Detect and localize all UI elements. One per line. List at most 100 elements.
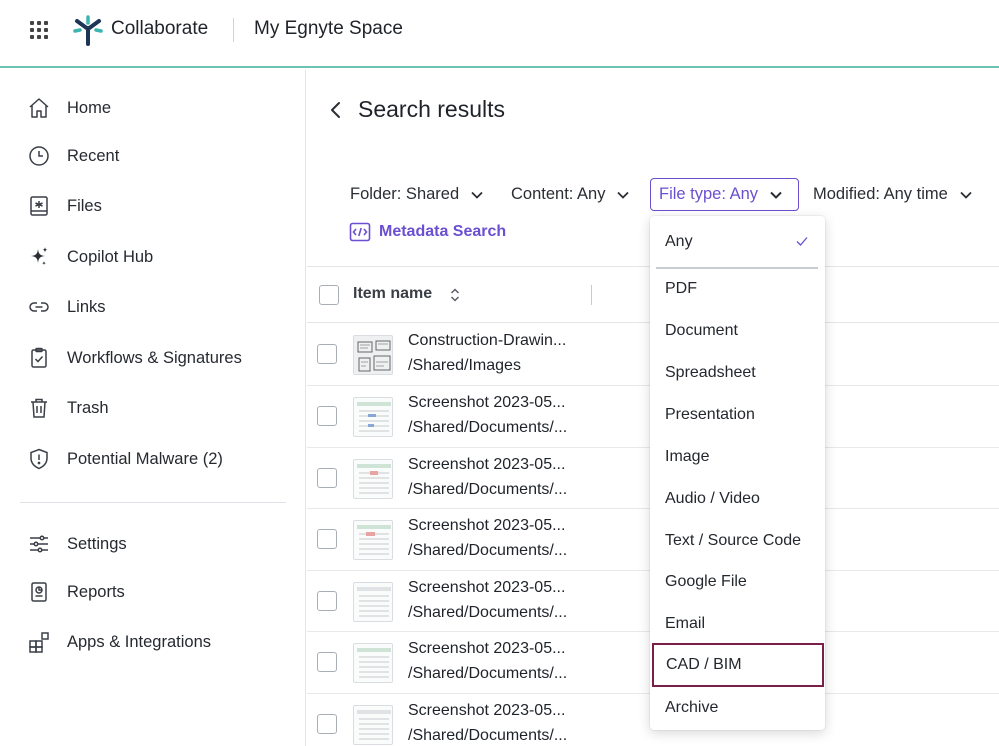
row-checkbox[interactable] (317, 467, 337, 488)
row-checkbox[interactable] (317, 529, 337, 549)
modified-filter-dropdown[interactable]: Modified: Any time (813, 178, 974, 211)
product-name[interactable]: Collaborate (111, 18, 208, 40)
file-type-option-email[interactable]: Email (650, 604, 825, 644)
select-all-checkbox[interactable] (319, 285, 339, 305)
file-path: /Shared/Documents/... (408, 603, 568, 621)
sidebar-item-workflows[interactable]: Workflows & Signatures (26, 342, 242, 374)
option-label: PDF (665, 280, 697, 297)
page-title: Search results (358, 96, 506, 122)
sidebar-item-potential-malware[interactable]: Potential Malware (2) (26, 443, 223, 475)
space-name[interactable]: My Egnyte Space (254, 18, 403, 40)
sidebar-item-label: Settings (67, 534, 127, 553)
file-type-option-text-source-code[interactable]: Text / Source Code (650, 521, 825, 561)
file-type-option-pdf[interactable]: PDF (650, 269, 825, 309)
back-button[interactable] (324, 96, 348, 124)
file-type-option-spreadsheet[interactable]: Spreadsheet (650, 353, 825, 393)
option-label: Spreadsheet (665, 364, 756, 381)
file-type-option-image[interactable]: Image (650, 437, 825, 477)
screenshot-thumbnail (353, 458, 393, 499)
column-resize-handle[interactable] (591, 285, 592, 305)
sidebar-item-label: Potential Malware (2) (67, 449, 223, 468)
option-label: Image (665, 448, 710, 465)
sidebar-item-reports[interactable]: Reports (26, 576, 125, 608)
file-type-option-document[interactable]: Document (650, 311, 825, 351)
folder-filter-label: Folder: Shared (350, 185, 460, 203)
sidebar-item-settings[interactable]: Settings (26, 528, 127, 560)
home-icon (26, 95, 52, 121)
file-type-option-archive[interactable]: Archive (650, 688, 825, 728)
folder-filter-dropdown[interactable]: Folder: Shared (350, 178, 485, 211)
sidebar-item-label: Reports (67, 582, 125, 601)
sidebar-item-trash[interactable]: Trash (26, 392, 109, 424)
file-type-filter-label: File type: Any (659, 185, 759, 203)
metadata-search-link[interactable]: Metadata Search (349, 220, 506, 244)
metadata-search-label: Metadata Search (379, 223, 507, 240)
chevron-down-icon (960, 191, 972, 199)
checkmark-icon (796, 237, 808, 246)
file-name[interactable]: Construction-Drawin... (408, 332, 566, 350)
egnyte-logo-icon (73, 15, 103, 46)
option-label: Presentation (665, 406, 755, 423)
content-filter-dropdown[interactable]: Content: Any (511, 178, 631, 211)
chevron-down-icon (471, 191, 483, 199)
file-type-option-cad-bim[interactable]: CAD / BIM (652, 643, 824, 687)
sidebar-item-label: Files (67, 196, 102, 215)
file-type-option-any[interactable]: Any (650, 222, 825, 262)
files-icon (26, 193, 52, 219)
code-icon (349, 222, 371, 242)
modified-filter-label: Modified: Any time (813, 185, 948, 203)
file-type-option-google-file[interactable]: Google File (650, 562, 825, 602)
row-checkbox[interactable] (317, 713, 337, 734)
row-checkbox[interactable] (317, 344, 337, 364)
file-path: /Shared/Documents/... (408, 480, 568, 498)
clipboard-check-icon (26, 345, 52, 371)
sidebar-item-home[interactable]: Home (26, 92, 111, 124)
file-name[interactable]: Screenshot 2023-05... (408, 456, 565, 474)
file-type-menu: Any PDF Document Spreadsheet Presentatio… (650, 216, 825, 730)
reports-icon (26, 579, 52, 605)
sidebar-item-apps-integrations[interactable]: Apps & Integrations (26, 626, 211, 658)
top-bar: Collaborate My Egnyte Space (0, 0, 999, 68)
option-label: Audio / Video (665, 490, 760, 507)
screenshot-thumbnail (353, 397, 393, 437)
sort-icon[interactable] (449, 286, 461, 304)
sidebar-item-files[interactable]: Files (26, 190, 102, 222)
file-type-filter-dropdown[interactable]: File type: Any (650, 178, 799, 211)
file-name[interactable]: Screenshot 2023-05... (408, 394, 565, 412)
row-checkbox[interactable] (317, 406, 337, 426)
screenshot-thumbnail (353, 520, 393, 560)
row-checkbox[interactable] (317, 652, 337, 672)
chevron-down-icon (770, 191, 782, 199)
file-type-option-presentation[interactable]: Presentation (650, 395, 825, 435)
file-path: /Shared/Documents/... (408, 665, 568, 682)
sidebar-item-links[interactable]: Links (26, 291, 106, 323)
sidebar-item-label: Links (67, 297, 106, 316)
content-filter-label: Content: Any (511, 185, 606, 203)
sidebar-item-label: Trash (67, 398, 109, 417)
trash-icon (26, 395, 52, 421)
file-name[interactable]: Screenshot 2023-05... (408, 579, 565, 597)
screenshot-thumbnail (353, 704, 393, 745)
file-name[interactable]: Screenshot 2023-05... (408, 640, 565, 658)
app-launcher-grid-icon[interactable] (30, 21, 48, 39)
column-header-item-name[interactable]: Item name (353, 285, 432, 303)
file-type-option-audio-video[interactable]: Audio / Video (650, 479, 825, 519)
file-name[interactable]: Screenshot 2023-05... (408, 517, 565, 535)
link-icon (26, 294, 52, 320)
clock-icon (26, 143, 52, 169)
sidebar-item-recent[interactable]: Recent (26, 140, 119, 172)
sidebar-item-label: Home (67, 98, 112, 117)
topbar-divider (233, 18, 234, 42)
option-label: Any (665, 233, 693, 250)
sidebar-item-label: Copilot Hub (67, 247, 154, 266)
option-label: Email (665, 615, 706, 632)
apps-icon (26, 629, 52, 655)
drawing-thumbnail (353, 335, 393, 375)
screenshot-thumbnail (353, 643, 393, 683)
shield-alert-icon (26, 446, 52, 472)
option-label: Archive (665, 699, 719, 716)
screenshot-thumbnail (353, 581, 393, 622)
sidebar-item-copilot-hub[interactable]: Copilot Hub (26, 241, 153, 273)
row-checkbox[interactable] (317, 590, 337, 611)
file-name[interactable]: Screenshot 2023-05... (408, 702, 565, 720)
